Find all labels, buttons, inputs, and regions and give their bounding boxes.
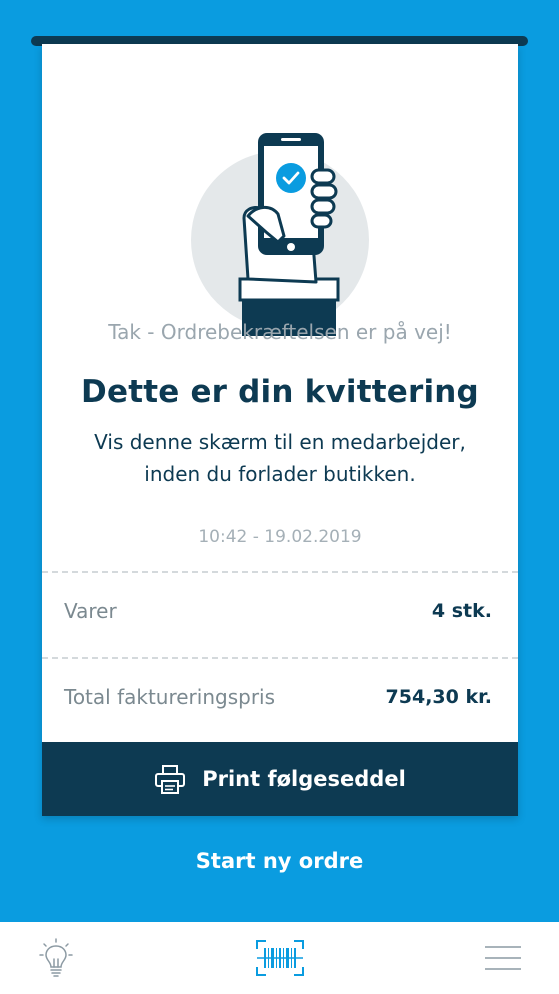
- dashed-divider: [42, 571, 518, 573]
- total-price-label: Total faktureringspris: [64, 685, 276, 709]
- menu-icon: [485, 946, 521, 970]
- instruction-line-1: Vis denne skærm til en medarbejder,: [94, 430, 466, 454]
- lightbulb-icon: [39, 938, 73, 977]
- print-button-label: Print følgeseddel: [202, 767, 406, 791]
- receipt-title: Dette er din kvittering: [81, 374, 479, 410]
- receipt-timestamp: 10:42 - 19.02.2019: [198, 527, 362, 547]
- total-price-value: 754,30 kr.: [385, 686, 492, 708]
- hand-holding-phone-checkmark-icon: [191, 133, 369, 336]
- tab-tips[interactable]: [11, 922, 101, 994]
- start-new-order-button[interactable]: Start ny ordre: [0, 849, 559, 873]
- instruction-line-2: inden du forlader butikken.: [144, 462, 416, 486]
- tab-scanner[interactable]: [235, 922, 325, 994]
- bottom-tab-bar: [0, 922, 559, 994]
- receipt-card: Tak - Ordrebekræftelsen er på vej! Dette…: [42, 44, 518, 816]
- tab-menu[interactable]: [458, 922, 548, 994]
- order-confirmation-message: Tak - Ordrebekræftelsen er på vej!: [108, 320, 452, 344]
- dashed-divider: [42, 657, 518, 659]
- items-count: 4 stk.: [431, 600, 492, 622]
- printer-icon: [155, 765, 186, 794]
- print-packing-slip-button[interactable]: Print følgeseddel: [42, 742, 518, 816]
- receipt-instructions: Vis denne skærm til en medarbejder, inde…: [62, 426, 498, 490]
- items-label: Varer: [64, 599, 117, 623]
- barcode-scanner-icon: [256, 940, 304, 976]
